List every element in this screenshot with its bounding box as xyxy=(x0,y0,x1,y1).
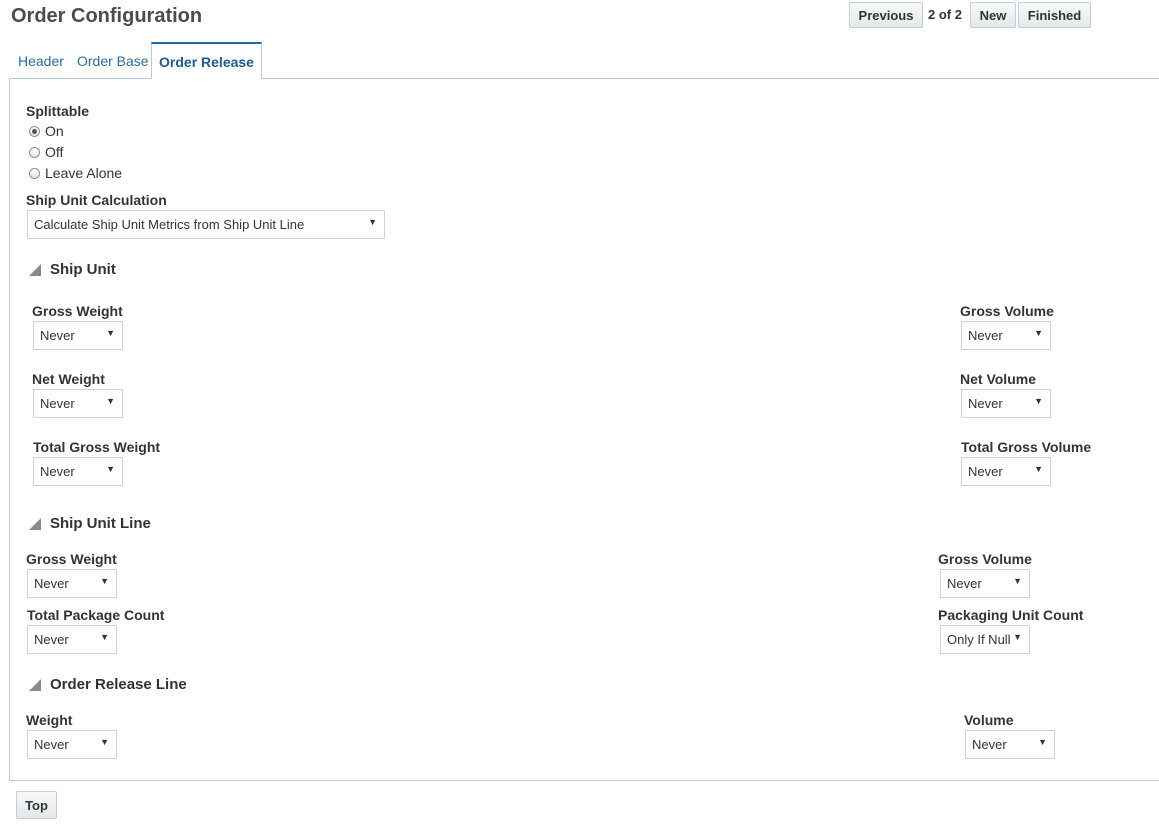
splittable-on-radio[interactable]: On xyxy=(29,123,64,139)
chevron-down-icon: ▼ xyxy=(1034,396,1043,406)
ship-unit-total-gross-weight-select[interactable]: Never ▼ xyxy=(33,457,123,486)
tab-order-base[interactable]: Order Base xyxy=(77,53,149,69)
ship-unit-gross-weight-select[interactable]: Never ▼ xyxy=(33,321,123,350)
chevron-down-icon: ▼ xyxy=(100,576,109,586)
select-value: Only If Null xyxy=(947,632,1011,647)
ship-unit-line-total-package-count-select[interactable]: Never ▼ xyxy=(27,625,117,654)
splittable-label: Splittable xyxy=(26,103,90,119)
ship-unit-section-header[interactable]: Ship Unit xyxy=(29,261,116,278)
chevron-down-icon: ▼ xyxy=(1013,576,1022,586)
select-value: Never xyxy=(34,576,69,591)
ship-unit-net-volume-label: Net Volume xyxy=(960,371,1036,387)
order-release-line-section-header[interactable]: Order Release Line xyxy=(29,676,187,693)
ship-unit-total-gross-volume-label: Total Gross Volume xyxy=(961,439,1092,455)
previous-button[interactable]: Previous xyxy=(849,2,923,28)
page-indicator: 2 of 2 xyxy=(928,7,962,22)
section-title: Ship Unit Line xyxy=(50,515,151,532)
triangle-down-icon xyxy=(29,678,41,691)
select-value: Never xyxy=(40,396,75,411)
ship-unit-total-gross-volume-select[interactable]: Never ▼ xyxy=(961,457,1051,486)
chevron-down-icon: ▼ xyxy=(106,396,115,406)
page-title: Order Configuration xyxy=(11,5,203,27)
ship-unit-line-gross-volume-select[interactable]: Never ▼ xyxy=(940,569,1030,598)
ship-unit-total-gross-weight-label: Total Gross Weight xyxy=(33,439,161,455)
select-value: Calculate Ship Unit Metrics from Ship Un… xyxy=(34,217,305,232)
chevron-down-icon: ▼ xyxy=(1034,464,1043,474)
chevron-down-icon: ▼ xyxy=(106,328,115,338)
section-title: Order Release Line xyxy=(50,676,187,693)
ship-unit-line-section-header[interactable]: Ship Unit Line xyxy=(29,515,151,532)
ship-unit-line-gross-weight-select[interactable]: Never ▼ xyxy=(27,569,117,598)
radio-checked-icon[interactable] xyxy=(29,125,40,137)
chevron-down-icon: ▼ xyxy=(368,217,377,227)
radio-label: Off xyxy=(45,144,64,160)
ship-unit-line-gross-weight-label: Gross Weight xyxy=(26,551,117,567)
ship-unit-line-packaging-unit-count-select[interactable]: Only If Null ▼ xyxy=(940,625,1030,654)
tab-order-release[interactable]: Order Release xyxy=(151,42,262,79)
select-value: Never xyxy=(968,396,1003,411)
ship-unit-net-volume-select[interactable]: Never ▼ xyxy=(961,389,1051,418)
triangle-down-icon xyxy=(29,517,41,530)
select-value: Never xyxy=(968,464,1003,479)
ship-unit-line-packaging-unit-count-label: Packaging Unit Count xyxy=(938,607,1084,623)
select-value: Never xyxy=(40,328,75,343)
ship-unit-net-weight-label: Net Weight xyxy=(32,371,105,387)
order-release-line-weight-select[interactable]: Never ▼ xyxy=(27,730,117,759)
splittable-leave-alone-radio[interactable]: Leave Alone xyxy=(29,165,122,181)
order-release-line-weight-label: Weight xyxy=(26,712,73,728)
radio-label: On xyxy=(45,123,64,139)
select-value: Never xyxy=(972,737,1007,752)
chevron-down-icon: ▼ xyxy=(1034,328,1043,338)
tab-header[interactable]: Header xyxy=(18,53,64,69)
select-value: Never xyxy=(40,464,75,479)
ship-unit-line-gross-volume-label: Gross Volume xyxy=(938,551,1032,567)
select-value: Never xyxy=(947,576,982,591)
finished-button[interactable]: Finished xyxy=(1018,2,1091,28)
select-value: Never xyxy=(34,737,69,752)
ship-unit-calculation-label: Ship Unit Calculation xyxy=(26,192,167,208)
chevron-down-icon: ▼ xyxy=(1013,632,1022,642)
ship-unit-gross-volume-label: Gross Volume xyxy=(960,303,1054,319)
radio-unchecked-icon[interactable] xyxy=(29,146,40,158)
ship-unit-gross-weight-label: Gross Weight xyxy=(32,303,123,319)
radio-label: Leave Alone xyxy=(45,165,123,181)
select-value: Never xyxy=(34,632,69,647)
chevron-down-icon: ▼ xyxy=(1038,737,1047,747)
splittable-off-radio[interactable]: Off xyxy=(29,144,63,160)
top-button[interactable]: Top xyxy=(16,791,57,819)
order-release-line-volume-label: Volume xyxy=(964,712,1014,728)
triangle-down-icon xyxy=(29,263,41,276)
tab-order-release-label: Order Release xyxy=(159,53,254,70)
ship-unit-net-weight-select[interactable]: Never ▼ xyxy=(33,389,123,418)
ship-unit-gross-volume-select[interactable]: Never ▼ xyxy=(961,321,1051,350)
section-title: Ship Unit xyxy=(50,261,116,278)
chevron-down-icon: ▼ xyxy=(100,632,109,642)
ship-unit-line-total-package-count-label: Total Package Count xyxy=(27,607,165,623)
radio-unchecked-icon[interactable] xyxy=(29,167,40,179)
new-button[interactable]: New xyxy=(970,2,1016,28)
chevron-down-icon: ▼ xyxy=(100,737,109,747)
select-value: Never xyxy=(968,328,1003,343)
ship-unit-calculation-select[interactable]: Calculate Ship Unit Metrics from Ship Un… xyxy=(27,210,385,239)
chevron-down-icon: ▼ xyxy=(106,464,115,474)
order-release-line-volume-select[interactable]: Never ▼ xyxy=(965,730,1055,759)
